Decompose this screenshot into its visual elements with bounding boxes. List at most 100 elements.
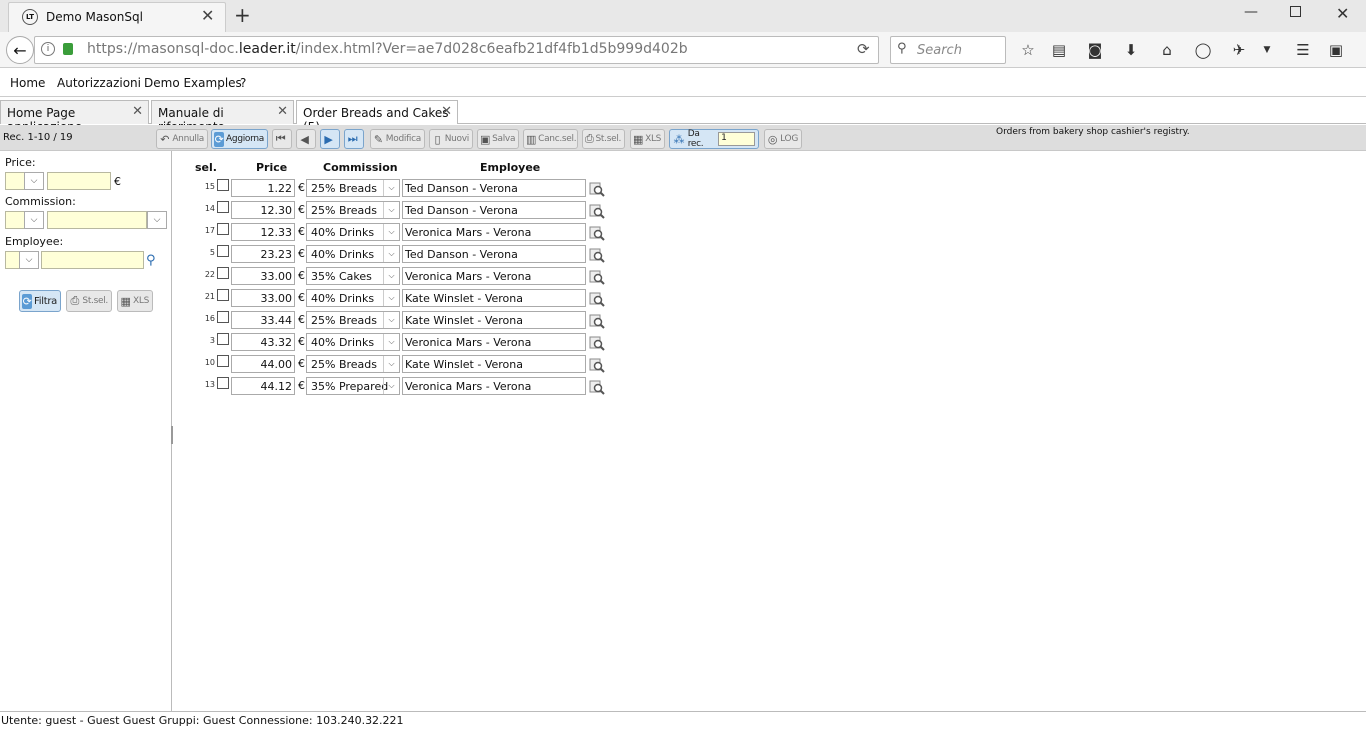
- row-select-checkbox[interactable]: [217, 201, 229, 213]
- commission-select[interactable]: 35% Prepared ⌵: [306, 377, 400, 395]
- commission-operator-field[interactable]: [5, 211, 25, 229]
- price-operator-field[interactable]: [5, 172, 25, 190]
- annulla-button[interactable]: ↶ Annulla: [156, 129, 208, 149]
- close-icon[interactable]: ✕: [441, 104, 452, 119]
- url-bar[interactable]: i https://masonsql-doc.leader.it/index.h…: [34, 36, 879, 64]
- employee-lookup-icon[interactable]: [588, 312, 606, 330]
- employee-lookup-icon[interactable]: [588, 180, 606, 198]
- prev-record-button[interactable]: ◀: [296, 129, 316, 149]
- price-field[interactable]: 44.12: [231, 377, 295, 395]
- employee-lookup-icon[interactable]: [588, 224, 606, 242]
- row-select-checkbox[interactable]: [217, 311, 229, 323]
- nuovi-button[interactable]: ▯ Nuovi: [429, 129, 473, 149]
- bookmark-star-icon[interactable]: ☆: [1017, 40, 1039, 60]
- commission-select[interactable]: 40% Drinks ⌵: [306, 289, 400, 307]
- minimize-button[interactable]: —: [1244, 4, 1258, 20]
- tab-home-page[interactable]: Home Page applicazione ✕: [0, 100, 149, 134]
- chevron-down-icon[interactable]: ⌵: [383, 224, 399, 240]
- search-bar[interactable]: ⚲ Search: [890, 36, 1006, 64]
- employee-lookup-icon[interactable]: [588, 268, 606, 286]
- employee-field[interactable]: Kate Winslet - Verona: [402, 311, 586, 329]
- commission-select[interactable]: 40% Drinks ⌵: [306, 333, 400, 351]
- row-select-checkbox[interactable]: [217, 223, 229, 235]
- da-rec-input[interactable]: 1: [718, 132, 755, 146]
- price-field[interactable]: 12.30: [231, 201, 295, 219]
- tab-manuale[interactable]: Manuale di riferimento ✕: [151, 100, 294, 134]
- employee-filter-input[interactable]: [41, 251, 144, 269]
- extension-icon[interactable]: ✈: [1228, 40, 1250, 60]
- menu-autorizzazioni[interactable]: Autorizzazioni: [57, 76, 141, 90]
- new-tab-button[interactable]: +: [234, 3, 251, 27]
- download-icon[interactable]: ⬇: [1120, 40, 1142, 60]
- price-filter-input[interactable]: [47, 172, 111, 190]
- employee-field[interactable]: Veronica Mars - Verona: [402, 377, 586, 395]
- employee-lookup-icon[interactable]: [588, 290, 606, 308]
- chevron-down-icon[interactable]: ⌵: [383, 290, 399, 306]
- splitter-handle[interactable]: [171, 426, 173, 444]
- employee-field[interactable]: Veronica Mars - Verona: [402, 267, 586, 285]
- employee-lookup-icon[interactable]: [588, 378, 606, 396]
- commission-select[interactable]: 35% Cakes ⌵: [306, 267, 400, 285]
- close-icon[interactable]: ✕: [132, 104, 143, 119]
- price-field[interactable]: 44.00: [231, 355, 295, 373]
- chat-icon[interactable]: ◯: [1192, 40, 1214, 60]
- aggiorna-button[interactable]: ⟳ Aggiorna: [211, 129, 268, 149]
- employee-lookup-icon[interactable]: ⚲: [146, 253, 162, 269]
- xls-button[interactable]: ▦ XLS: [630, 129, 665, 149]
- row-select-checkbox[interactable]: [217, 355, 229, 367]
- menu-help[interactable]: ?: [240, 76, 246, 90]
- filter-xls-button[interactable]: ▦ XLS: [117, 290, 153, 312]
- chevron-down-icon[interactable]: ⌵: [383, 246, 399, 262]
- employee-lookup-icon[interactable]: [588, 334, 606, 352]
- commission-select[interactable]: 40% Drinks ⌵: [306, 245, 400, 263]
- last-record-button[interactable]: ⏭: [344, 129, 364, 149]
- chevron-down-icon[interactable]: ⌵: [383, 202, 399, 218]
- price-operator-dropdown[interactable]: ⌵: [24, 172, 44, 190]
- employee-field[interactable]: Ted Danson - Verona: [402, 201, 586, 219]
- hamburger-menu-icon[interactable]: ☰: [1292, 40, 1314, 60]
- commission-operator-dropdown[interactable]: ⌵: [24, 211, 44, 229]
- salva-button[interactable]: ▣ Salva: [477, 129, 519, 149]
- info-icon[interactable]: i: [41, 42, 55, 56]
- commission-select[interactable]: 40% Drinks ⌵: [306, 223, 400, 241]
- employee-field[interactable]: Kate Winslet - Verona: [402, 355, 586, 373]
- price-field[interactable]: 33.00: [231, 289, 295, 307]
- home-icon[interactable]: ⌂: [1156, 40, 1178, 60]
- chevron-down-icon[interactable]: ⌵: [383, 334, 399, 350]
- reading-list-icon[interactable]: ▤: [1048, 40, 1070, 60]
- employee-field[interactable]: Veronica Mars - Verona: [402, 223, 586, 241]
- close-window-button[interactable]: ✕: [1336, 4, 1349, 23]
- browser-tab[interactable]: LT Demo MasonSql ✕: [8, 2, 226, 32]
- log-button[interactable]: ◎ LOG: [764, 129, 802, 149]
- employee-operator-dropdown[interactable]: ⌵: [19, 251, 39, 269]
- chevron-down-icon[interactable]: ⌵: [383, 180, 399, 196]
- price-field[interactable]: 43.32: [231, 333, 295, 351]
- price-field[interactable]: 23.23: [231, 245, 295, 263]
- restore-button[interactable]: [1290, 6, 1301, 17]
- first-record-button[interactable]: ⏮: [272, 129, 292, 149]
- price-field[interactable]: 12.33: [231, 223, 295, 241]
- filter-st-sel-button[interactable]: ⎙ St.sel.: [66, 290, 112, 312]
- filtra-button[interactable]: ⟳ Filtra: [19, 290, 61, 312]
- employee-field[interactable]: Kate Winslet - Verona: [402, 289, 586, 307]
- employee-lookup-icon[interactable]: [588, 246, 606, 264]
- row-select-checkbox[interactable]: [217, 289, 229, 301]
- row-select-checkbox[interactable]: [217, 267, 229, 279]
- chevron-down-icon[interactable]: ⌵: [383, 268, 399, 284]
- employee-lookup-icon[interactable]: [588, 202, 606, 220]
- price-field[interactable]: 33.44: [231, 311, 295, 329]
- commission-select[interactable]: 25% Breads ⌵: [306, 355, 400, 373]
- pocket-icon[interactable]: ◙: [1084, 40, 1106, 60]
- back-button[interactable]: ←: [6, 36, 34, 64]
- reload-icon[interactable]: ⟳: [857, 40, 870, 58]
- chevron-down-icon[interactable]: ⌵: [383, 312, 399, 328]
- employee-field[interactable]: Veronica Mars - Verona: [402, 333, 586, 351]
- commission-select[interactable]: 25% Breads ⌵: [306, 201, 400, 219]
- chevron-down-icon[interactable]: ⌵: [383, 378, 399, 394]
- overflow-chevron-icon[interactable]: ▼: [1256, 40, 1278, 60]
- price-field[interactable]: 1.22: [231, 179, 295, 197]
- st-sel-button[interactable]: ⎙ St.sel.: [582, 129, 625, 149]
- canc-sel-button[interactable]: ▥ Canc.sel.: [523, 129, 578, 149]
- commission-filter-select[interactable]: [47, 211, 147, 229]
- row-select-checkbox[interactable]: [217, 377, 229, 389]
